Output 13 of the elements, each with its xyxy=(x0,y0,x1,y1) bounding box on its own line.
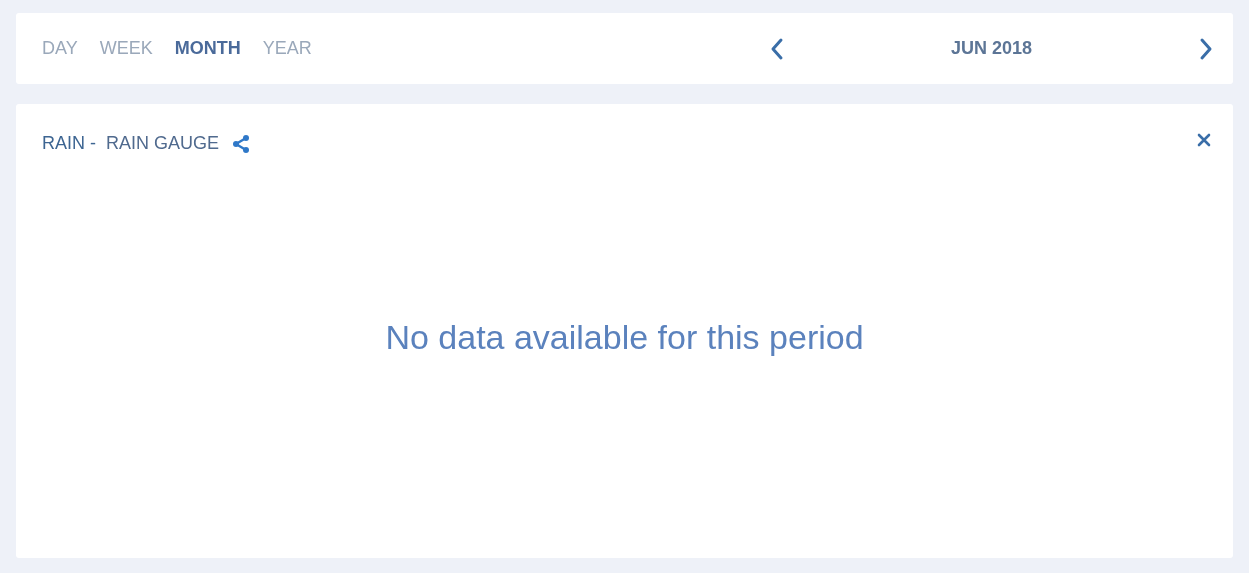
period-label: JUN 2018 xyxy=(950,37,1033,60)
sensor-label: RAIN - xyxy=(42,132,96,155)
close-icon xyxy=(1197,132,1211,147)
empty-message: No data available for this period xyxy=(385,317,864,358)
period-tab[interactable]: DAY xyxy=(42,35,78,62)
chevron-right-icon xyxy=(1199,36,1213,61)
share-icon xyxy=(233,134,250,153)
period-tab[interactable]: WEEK xyxy=(99,35,153,62)
period-tab[interactable]: MONTH xyxy=(174,35,241,62)
panel-title: RAIN GAUGE xyxy=(106,132,220,155)
chevron-left-icon xyxy=(770,36,784,61)
period-tab[interactable]: YEAR xyxy=(262,35,312,62)
share-button[interactable] xyxy=(231,133,252,154)
